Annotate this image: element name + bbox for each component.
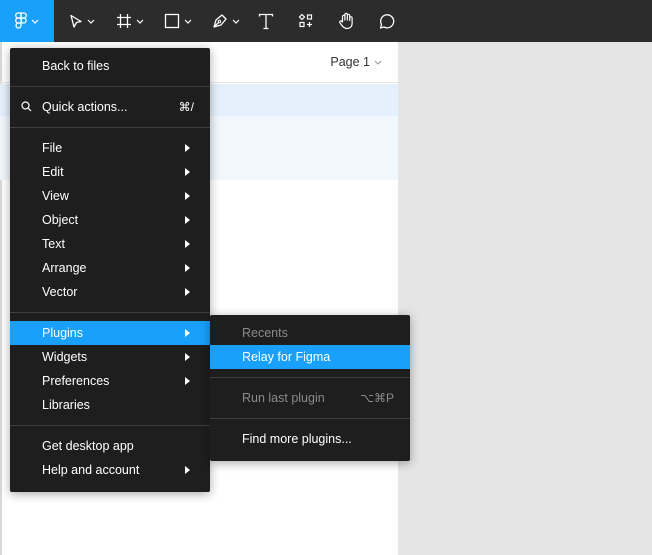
shortcut-label: ⌘/ xyxy=(178,100,194,114)
frame-tool-button[interactable] xyxy=(110,0,150,42)
text-T-icon xyxy=(258,13,274,29)
menu-item-label: File xyxy=(42,141,63,155)
search-icon xyxy=(21,101,32,112)
menu-item-text[interactable]: Text xyxy=(10,232,210,256)
menu-item-widgets[interactable]: Widgets xyxy=(10,345,210,369)
submenu-arrow-icon xyxy=(185,353,190,361)
menu-item-label: Back to files xyxy=(42,59,110,73)
menu-item-label: Relay for Figma xyxy=(242,350,331,364)
menu-separator xyxy=(210,418,410,419)
comment-icon xyxy=(379,13,394,29)
menu-item-file[interactable]: File xyxy=(10,136,210,160)
submenu-arrow-icon xyxy=(185,288,190,296)
menu-item-label: Recents xyxy=(242,326,288,340)
menu-separator xyxy=(10,86,210,87)
page-selector-label: Page 1 xyxy=(330,55,370,69)
menu-item-label: Arrange xyxy=(42,261,87,275)
hand-tool-button[interactable] xyxy=(332,0,360,42)
menu-item-label: Widgets xyxy=(42,350,88,364)
menu-separator xyxy=(210,377,410,378)
chevron-down-icon xyxy=(136,19,144,24)
menu-item-plugins[interactable]: Plugins xyxy=(10,321,210,345)
chevron-down-icon xyxy=(184,19,192,24)
pen-tool-button[interactable] xyxy=(206,0,246,42)
chevron-down-icon xyxy=(31,19,39,24)
move-arrow-icon xyxy=(70,14,82,28)
menu-item-label: Run last plugin xyxy=(242,391,325,405)
text-tool-button[interactable] xyxy=(252,0,280,42)
chevron-down-icon xyxy=(374,60,382,65)
main-menu: Back to files Quick actions... ⌘/ File E… xyxy=(10,48,210,492)
comment-button[interactable] xyxy=(372,0,400,42)
submenu-arrow-icon xyxy=(185,329,190,337)
move-tool-button[interactable] xyxy=(62,0,102,42)
frame-hash-icon xyxy=(117,14,131,28)
resources-button[interactable] xyxy=(292,0,320,42)
shape-tool-button[interactable] xyxy=(158,0,198,42)
menu-item-label: View xyxy=(42,189,69,203)
menu-item-label: Preferences xyxy=(42,374,110,388)
menu-item-label: Plugins xyxy=(42,326,83,340)
chevron-down-icon xyxy=(87,19,95,24)
submenu-arrow-icon xyxy=(185,144,190,152)
chevron-down-icon xyxy=(232,19,240,24)
menu-separator xyxy=(10,127,210,128)
submenu-arrow-icon xyxy=(185,264,190,272)
page-selector[interactable]: Page 1 xyxy=(330,55,382,69)
resources-icon xyxy=(298,13,313,28)
menu-item-object[interactable]: Object xyxy=(10,208,210,232)
canvas[interactable] xyxy=(398,42,652,555)
menu-item-label: Vector xyxy=(42,285,78,299)
menu-item-relay-for-figma[interactable]: Relay for Figma xyxy=(210,345,410,369)
menu-item-quick-actions[interactable]: Quick actions... ⌘/ xyxy=(10,95,210,119)
submenu-heading-recents: Recents xyxy=(210,321,410,345)
menu-item-label: Text xyxy=(42,237,65,251)
submenu-arrow-icon xyxy=(185,216,190,224)
menu-item-view[interactable]: View xyxy=(10,184,210,208)
figma-logo-icon xyxy=(15,12,27,29)
menu-item-label: Help and account xyxy=(42,463,140,477)
menu-item-label: Find more plugins... xyxy=(242,432,352,446)
menu-item-arrange[interactable]: Arrange xyxy=(10,256,210,280)
shortcut-label: ⌥⌘P xyxy=(360,391,394,405)
hand-icon xyxy=(338,12,353,30)
plugins-submenu: Recents Relay for Figma Run last plugin … xyxy=(210,315,410,461)
submenu-arrow-icon xyxy=(185,240,190,248)
main-menu-button[interactable] xyxy=(0,0,54,42)
menu-separator xyxy=(10,425,210,426)
menu-item-help-and-account[interactable]: Help and account xyxy=(10,458,210,482)
menu-item-label: Libraries xyxy=(42,398,90,412)
pen-icon xyxy=(213,14,227,28)
menu-item-label: Get desktop app xyxy=(42,439,134,453)
menu-item-label: Object xyxy=(42,213,79,227)
toolbar xyxy=(0,0,652,42)
menu-item-edit[interactable]: Edit xyxy=(10,160,210,184)
menu-item-get-desktop-app[interactable]: Get desktop app xyxy=(10,434,210,458)
submenu-arrow-icon xyxy=(185,192,190,200)
menu-item-label: Edit xyxy=(42,165,64,179)
submenu-arrow-icon xyxy=(185,466,190,474)
rectangle-icon xyxy=(164,13,180,29)
submenu-arrow-icon xyxy=(185,377,190,385)
menu-item-back-to-files[interactable]: Back to files xyxy=(10,54,210,78)
submenu-arrow-icon xyxy=(185,168,190,176)
menu-item-vector[interactable]: Vector xyxy=(10,280,210,304)
menu-item-run-last-plugin: Run last plugin ⌥⌘P xyxy=(210,386,410,410)
menu-item-label: Quick actions... xyxy=(42,100,128,114)
menu-item-find-more-plugins[interactable]: Find more plugins... xyxy=(210,427,410,451)
menu-item-preferences[interactable]: Preferences xyxy=(10,369,210,393)
menu-item-libraries[interactable]: Libraries xyxy=(10,393,210,417)
menu-separator xyxy=(10,312,210,313)
